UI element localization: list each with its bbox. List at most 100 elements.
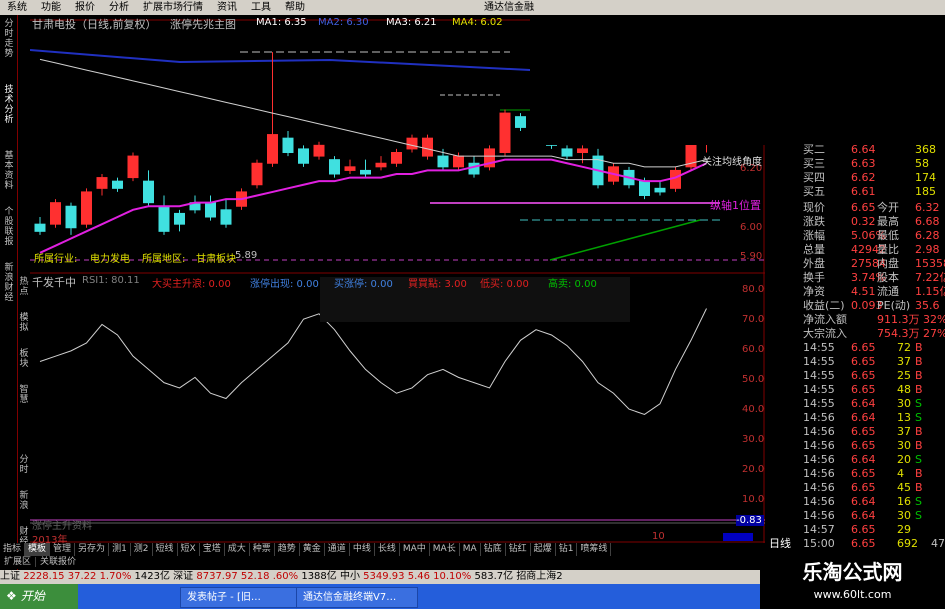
tab-5[interactable]: 测2 [131, 543, 153, 556]
candle-body [515, 116, 526, 128]
side-hot[interactable]: 热点 [18, 277, 30, 299]
tick-price: 6.64 [851, 397, 876, 410]
rsi-line [39, 308, 707, 415]
tab-17[interactable]: MA长 [430, 543, 460, 556]
region-value: 甘肃板块 [196, 254, 236, 265]
tab-23[interactable]: 喷筹线 [577, 543, 612, 556]
side-sector[interactable]: 板块 [18, 349, 30, 371]
ma1-value: MA1: 6.35 [256, 17, 307, 28]
tab-9[interactable]: 成大 [225, 543, 250, 556]
tab-12[interactable]: 黄金 [300, 543, 325, 556]
rsi-value: RSI1: 80.11 [82, 275, 140, 286]
tick-price: 6.65 [851, 355, 876, 368]
tab-19[interactable]: 钻底 [481, 543, 506, 556]
tab-22[interactable]: 钻1 [556, 543, 578, 556]
start-label: 开始 [20, 589, 45, 603]
kline-chart[interactable] [30, 15, 765, 543]
tick-time: 14:56 [803, 453, 835, 466]
mid-label: 中小 [339, 571, 360, 582]
stat-label: 现价 [803, 201, 825, 214]
menu-analysis[interactable]: 分析 [102, 0, 136, 15]
tab-8[interactable]: 宝塔 [200, 543, 225, 556]
tab-6[interactable]: 短线 [153, 543, 178, 556]
candle-body [453, 155, 464, 168]
tab-1[interactable]: 模板 [25, 543, 51, 556]
tick-volume: 48 [897, 383, 911, 396]
tab-extended-area[interactable]: 扩展区 [0, 557, 37, 567]
menu-function[interactable]: 功能 [34, 0, 68, 15]
tab-2[interactable]: 管理 [50, 543, 76, 556]
stat-label: 外盘 [803, 257, 825, 270]
menu-system[interactable]: 系统 [0, 0, 34, 15]
candle-body [96, 177, 108, 189]
bid-volume: 174 [915, 171, 936, 184]
sub-indicator-name: 千发千中 [32, 276, 76, 289]
tab-related-quote[interactable]: 关联报价 [36, 557, 80, 567]
candle-body [158, 205, 170, 232]
tick-time: 14:56 [803, 481, 835, 494]
flow-pct: 27% [923, 327, 945, 340]
tab-fundamentals[interactable]: 基本资料 [2, 151, 16, 201]
menu-tools[interactable]: 工具 [244, 0, 278, 15]
stat-label-2: 量比 [877, 243, 899, 256]
industry-label: 所属行业: [34, 254, 78, 265]
stat-label-2: 今开 [877, 201, 899, 214]
chart-area[interactable]: 甘肃电投（日线,前复权） 涨停先兆主图 MA1: 6.35 MA2: 6.30 … [30, 15, 771, 546]
tab-14[interactable]: 中线 [350, 543, 375, 556]
flow-pct: 32% [923, 313, 945, 326]
side-sina[interactable]: 新浪 [18, 491, 30, 513]
tab-10[interactable]: 种票 [250, 543, 275, 556]
ma-magenta-line [39, 158, 707, 254]
sh-label: 上证 [0, 571, 20, 582]
flow-value: 754.3万 [877, 327, 920, 340]
tab-3[interactable]: 另存为 [75, 543, 110, 556]
tab-technical[interactable]: 技术分析 [2, 85, 16, 145]
tab-4[interactable]: 测1 [109, 543, 131, 556]
sell-value: 低买: 0.00 [480, 279, 529, 290]
scroll-thumb[interactable] [723, 533, 753, 541]
side-sim[interactable]: 模拟 [18, 313, 30, 335]
tab-intraday[interactable]: 分时走势 [2, 19, 16, 79]
tab-13[interactable]: 通道 [325, 543, 350, 556]
menu-extended[interactable]: 扩展市场行情 [136, 0, 210, 15]
candle-body [174, 212, 185, 225]
stat-value-2: 6.28 [915, 229, 940, 242]
tab-7[interactable]: 短X [178, 543, 200, 556]
task-post[interactable]: 发表帖子 - [旧… [180, 587, 302, 608]
tab-11[interactable]: 趋势 [275, 543, 300, 556]
sh-change: 37.22 [67, 571, 97, 582]
tick-direction: B [915, 439, 923, 452]
tab-report[interactable]: 个股联报 [2, 207, 16, 257]
menu-help[interactable]: 帮助 [278, 0, 312, 15]
task-tdx[interactable]: 通达信金融终端V7… [296, 587, 418, 608]
tab-21[interactable]: 起爆 [531, 543, 556, 556]
stat-value: 4.51 [851, 285, 876, 298]
tab-0[interactable]: 指标 [0, 543, 26, 556]
start-button[interactable]: ❖ 开始 [0, 584, 78, 609]
candle-body [34, 223, 46, 232]
menu-info[interactable]: 资讯 [210, 0, 244, 15]
stat-label: 净资 [803, 285, 825, 298]
menu-quote[interactable]: 报价 [68, 0, 102, 15]
bid-label: 买五 [803, 185, 825, 198]
side-wisdom[interactable]: 智慧 [18, 385, 30, 407]
tab-sina[interactable]: 新浪财经 [2, 263, 16, 303]
window-title: 通达信金融 [484, 2, 534, 13]
tab-15[interactable]: 长线 [375, 543, 400, 556]
candle-body [344, 166, 356, 171]
tick-price: 6.65 [851, 467, 876, 480]
stat-label-2: 最低 [877, 229, 899, 242]
candle-body [251, 162, 263, 186]
tab-16[interactable]: MA中 [400, 543, 430, 556]
side-minute[interactable]: 分时 [18, 455, 30, 477]
tick-price: 6.65 [851, 523, 876, 536]
overlay-region [530, 15, 765, 145]
tab-18[interactable]: MA [460, 543, 481, 556]
left-sidebar: 分时走势 技术分析 基本资料 个股联报 新浪财经 热点 模拟 板块 智慧 分时 … [0, 15, 30, 570]
candle-body [112, 180, 123, 189]
menu-bar: 系统 功能 报价 分析 扩展市场行情 资讯 工具 帮助 通达信金融 [0, 0, 945, 15]
tab-20[interactable]: 钻红 [506, 543, 531, 556]
tick-volume: 37 [897, 425, 911, 438]
stat-value-2: 7.22亿 [915, 271, 945, 284]
candle-body [220, 209, 232, 225]
